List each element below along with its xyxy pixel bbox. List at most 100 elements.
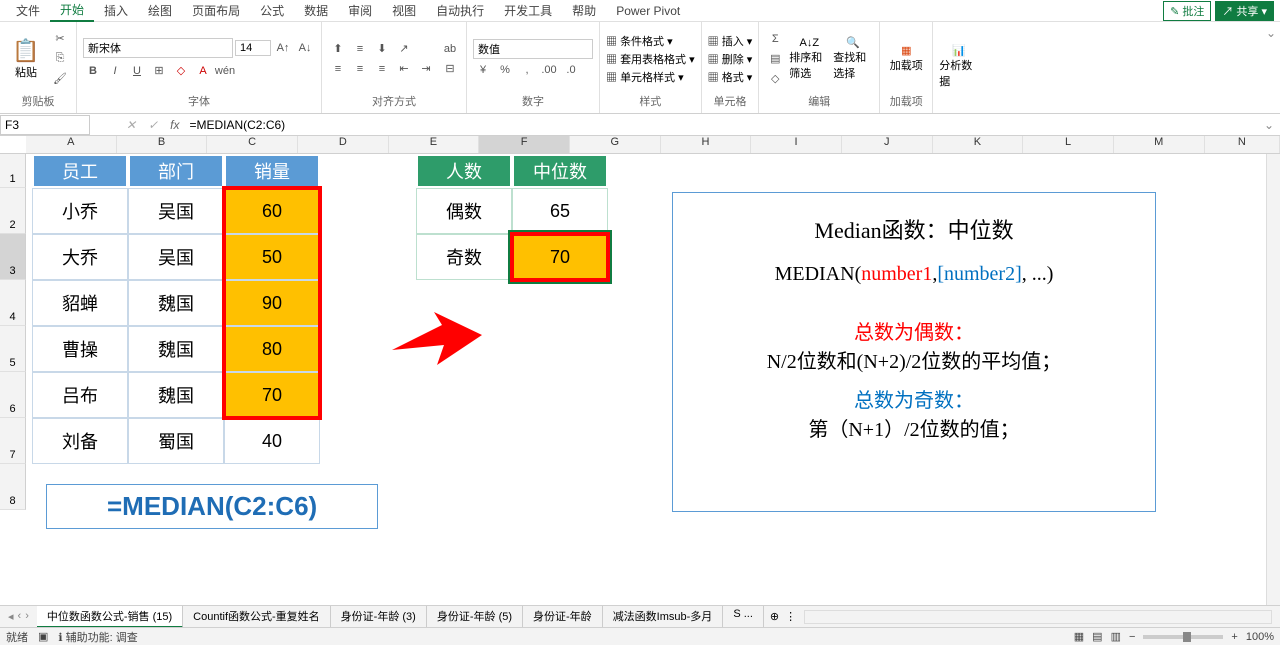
cell-a6[interactable]: 吕布 bbox=[32, 372, 128, 418]
conditional-format-button[interactable]: ▦ 条件格式 ▾ bbox=[606, 33, 695, 49]
border-button[interactable]: ⊞ bbox=[149, 62, 169, 80]
cell-f1[interactable]: 中位数 bbox=[512, 154, 608, 188]
cell-a1[interactable]: 员工 bbox=[32, 154, 128, 188]
font-name-combo[interactable]: 新宋体 bbox=[83, 38, 233, 58]
menu-review[interactable]: 审阅 bbox=[338, 0, 382, 21]
row-header-6[interactable]: 6 bbox=[0, 372, 26, 418]
font-size-combo[interactable]: 14 bbox=[235, 40, 271, 56]
col-header-l[interactable]: L bbox=[1023, 136, 1114, 153]
menu-home[interactable]: 开始 bbox=[50, 0, 94, 22]
zoom-level[interactable]: 100% bbox=[1246, 631, 1274, 643]
zoom-in-button[interactable]: + bbox=[1231, 631, 1237, 643]
menu-formula[interactable]: 公式 bbox=[250, 0, 294, 21]
sheet-tab-5[interactable]: 减法函数Imsub-多月 bbox=[603, 606, 724, 628]
cell-grid[interactable]: 员工 部门 销量 小乔 吴国 60 大乔 吴国 50 貂蝉 魏国 90 曹操 魏… bbox=[26, 154, 1280, 618]
cell-b2[interactable]: 吴国 bbox=[128, 188, 224, 234]
table-format-button[interactable]: ▦ 套用表格格式 ▾ bbox=[606, 51, 695, 67]
align-center-button[interactable]: ≡ bbox=[350, 60, 370, 78]
sheet-tab-1[interactable]: Countif函数公式-重复姓名 bbox=[183, 606, 331, 628]
format-painter-button[interactable]: 🖌 bbox=[50, 70, 70, 88]
autosum-button[interactable]: Σ bbox=[765, 30, 785, 48]
menu-layout[interactable]: 页面布局 bbox=[182, 0, 250, 21]
insert-cells-button[interactable]: ▦ 插入 ▾ bbox=[708, 33, 753, 49]
col-header-k[interactable]: K bbox=[933, 136, 1024, 153]
cell-b5[interactable]: 魏国 bbox=[128, 326, 224, 372]
view-layout-button[interactable]: ▤ bbox=[1092, 630, 1102, 643]
col-header-j[interactable]: J bbox=[842, 136, 933, 153]
cell-a2[interactable]: 小乔 bbox=[32, 188, 128, 234]
row-header-4[interactable]: 4 bbox=[0, 280, 26, 326]
view-normal-button[interactable]: ▦ bbox=[1074, 630, 1084, 643]
cell-c1[interactable]: 销量 bbox=[224, 154, 320, 188]
status-accessibility[interactable]: ℹ 辅助功能: 调查 bbox=[58, 629, 137, 645]
analyze-data-button[interactable]: 📊分析数据 bbox=[939, 26, 979, 107]
cell-a7[interactable]: 刘备 bbox=[32, 418, 128, 464]
bold-button[interactable]: B bbox=[83, 62, 103, 80]
vertical-scrollbar[interactable] bbox=[1266, 154, 1280, 618]
align-bottom-button[interactable]: ⬇ bbox=[372, 40, 392, 58]
enter-formula-button[interactable]: ✓ bbox=[142, 118, 164, 132]
underline-button[interactable]: U bbox=[127, 62, 147, 80]
cell-f2[interactable]: 65 bbox=[512, 188, 608, 234]
align-right-button[interactable]: ≡ bbox=[372, 60, 392, 78]
decrease-decimal-button[interactable]: .0 bbox=[561, 61, 581, 79]
cut-button[interactable]: ✂ bbox=[50, 30, 70, 48]
col-header-b[interactable]: B bbox=[117, 136, 208, 153]
cell-c6[interactable]: 70 bbox=[224, 372, 320, 418]
cell-c5[interactable]: 80 bbox=[224, 326, 320, 372]
decrease-font-button[interactable]: A↓ bbox=[295, 39, 315, 57]
share-button[interactable]: ↗ 共享 ▾ bbox=[1215, 1, 1274, 21]
wrap-text-button[interactable]: ab bbox=[440, 40, 460, 58]
cell-c2[interactable]: 60 bbox=[224, 188, 320, 234]
clear-button[interactable]: ◇ bbox=[765, 70, 785, 88]
delete-cells-button[interactable]: ▦ 删除 ▾ bbox=[708, 51, 753, 67]
cell-b7[interactable]: 蜀国 bbox=[128, 418, 224, 464]
horizontal-scrollbar[interactable] bbox=[804, 610, 1272, 624]
zoom-thumb[interactable] bbox=[1183, 632, 1191, 642]
row-header-8[interactable]: 8 bbox=[0, 464, 26, 510]
cell-e3[interactable]: 奇数 bbox=[416, 234, 512, 280]
addins-button[interactable]: ▦加载项 bbox=[886, 26, 926, 91]
cell-b4[interactable]: 魏国 bbox=[128, 280, 224, 326]
col-header-g[interactable]: G bbox=[570, 136, 661, 153]
tab-nav-first[interactable]: ◂ bbox=[8, 610, 14, 623]
indent-inc-button[interactable]: ⇥ bbox=[416, 60, 436, 78]
zoom-out-button[interactable]: − bbox=[1129, 631, 1135, 643]
status-record-icon[interactable]: ▣ bbox=[38, 630, 48, 643]
percent-button[interactable]: % bbox=[495, 61, 515, 79]
col-header-i[interactable]: I bbox=[751, 136, 842, 153]
col-header-e[interactable]: E bbox=[389, 136, 480, 153]
indent-dec-button[interactable]: ⇤ bbox=[394, 60, 414, 78]
cell-e2[interactable]: 偶数 bbox=[416, 188, 512, 234]
add-sheet-button[interactable]: ⊕ bbox=[764, 610, 785, 623]
sheet-tab-3[interactable]: 身份证-年龄 (5) bbox=[427, 606, 523, 628]
col-header-m[interactable]: M bbox=[1114, 136, 1205, 153]
comment-button[interactable]: ✎ 批注 bbox=[1163, 1, 1211, 21]
menu-automate[interactable]: 自动执行 bbox=[426, 0, 494, 21]
tab-nav-prev[interactable]: ‹ bbox=[18, 610, 22, 623]
ribbon-collapse-button[interactable]: ⌄ bbox=[1262, 22, 1280, 113]
menu-file[interactable]: 文件 bbox=[6, 0, 50, 21]
row-header-1[interactable]: 1 bbox=[0, 154, 26, 188]
sheet-tab-6[interactable]: S ... bbox=[723, 606, 764, 628]
cell-c4[interactable]: 90 bbox=[224, 280, 320, 326]
italic-button[interactable]: I bbox=[105, 62, 125, 80]
sheet-tab-4[interactable]: 身份证-年龄 bbox=[523, 606, 603, 628]
currency-button[interactable]: ¥ bbox=[473, 61, 493, 79]
find-select-button[interactable]: 🔍查找和选择 bbox=[833, 26, 873, 91]
orientation-button[interactable]: ↗ bbox=[394, 40, 414, 58]
number-format-combo[interactable]: 数值 bbox=[473, 39, 593, 59]
phonetic-button[interactable]: wén bbox=[215, 62, 235, 80]
fx-button[interactable]: fx bbox=[164, 118, 185, 132]
col-header-h[interactable]: H bbox=[661, 136, 752, 153]
formula-input[interactable] bbox=[185, 118, 1257, 132]
copy-button[interactable]: ⎘ bbox=[50, 50, 70, 68]
align-middle-button[interactable]: ≡ bbox=[350, 40, 370, 58]
align-left-button[interactable]: ≡ bbox=[328, 60, 348, 78]
col-header-f[interactable]: F bbox=[479, 136, 570, 153]
fill-color-button[interactable]: ◇ bbox=[171, 62, 191, 80]
format-cells-button[interactable]: ▦ 格式 ▾ bbox=[708, 69, 753, 85]
increase-font-button[interactable]: A↑ bbox=[273, 39, 293, 57]
col-header-n[interactable]: N bbox=[1205, 136, 1280, 153]
col-header-a[interactable]: A bbox=[26, 136, 117, 153]
